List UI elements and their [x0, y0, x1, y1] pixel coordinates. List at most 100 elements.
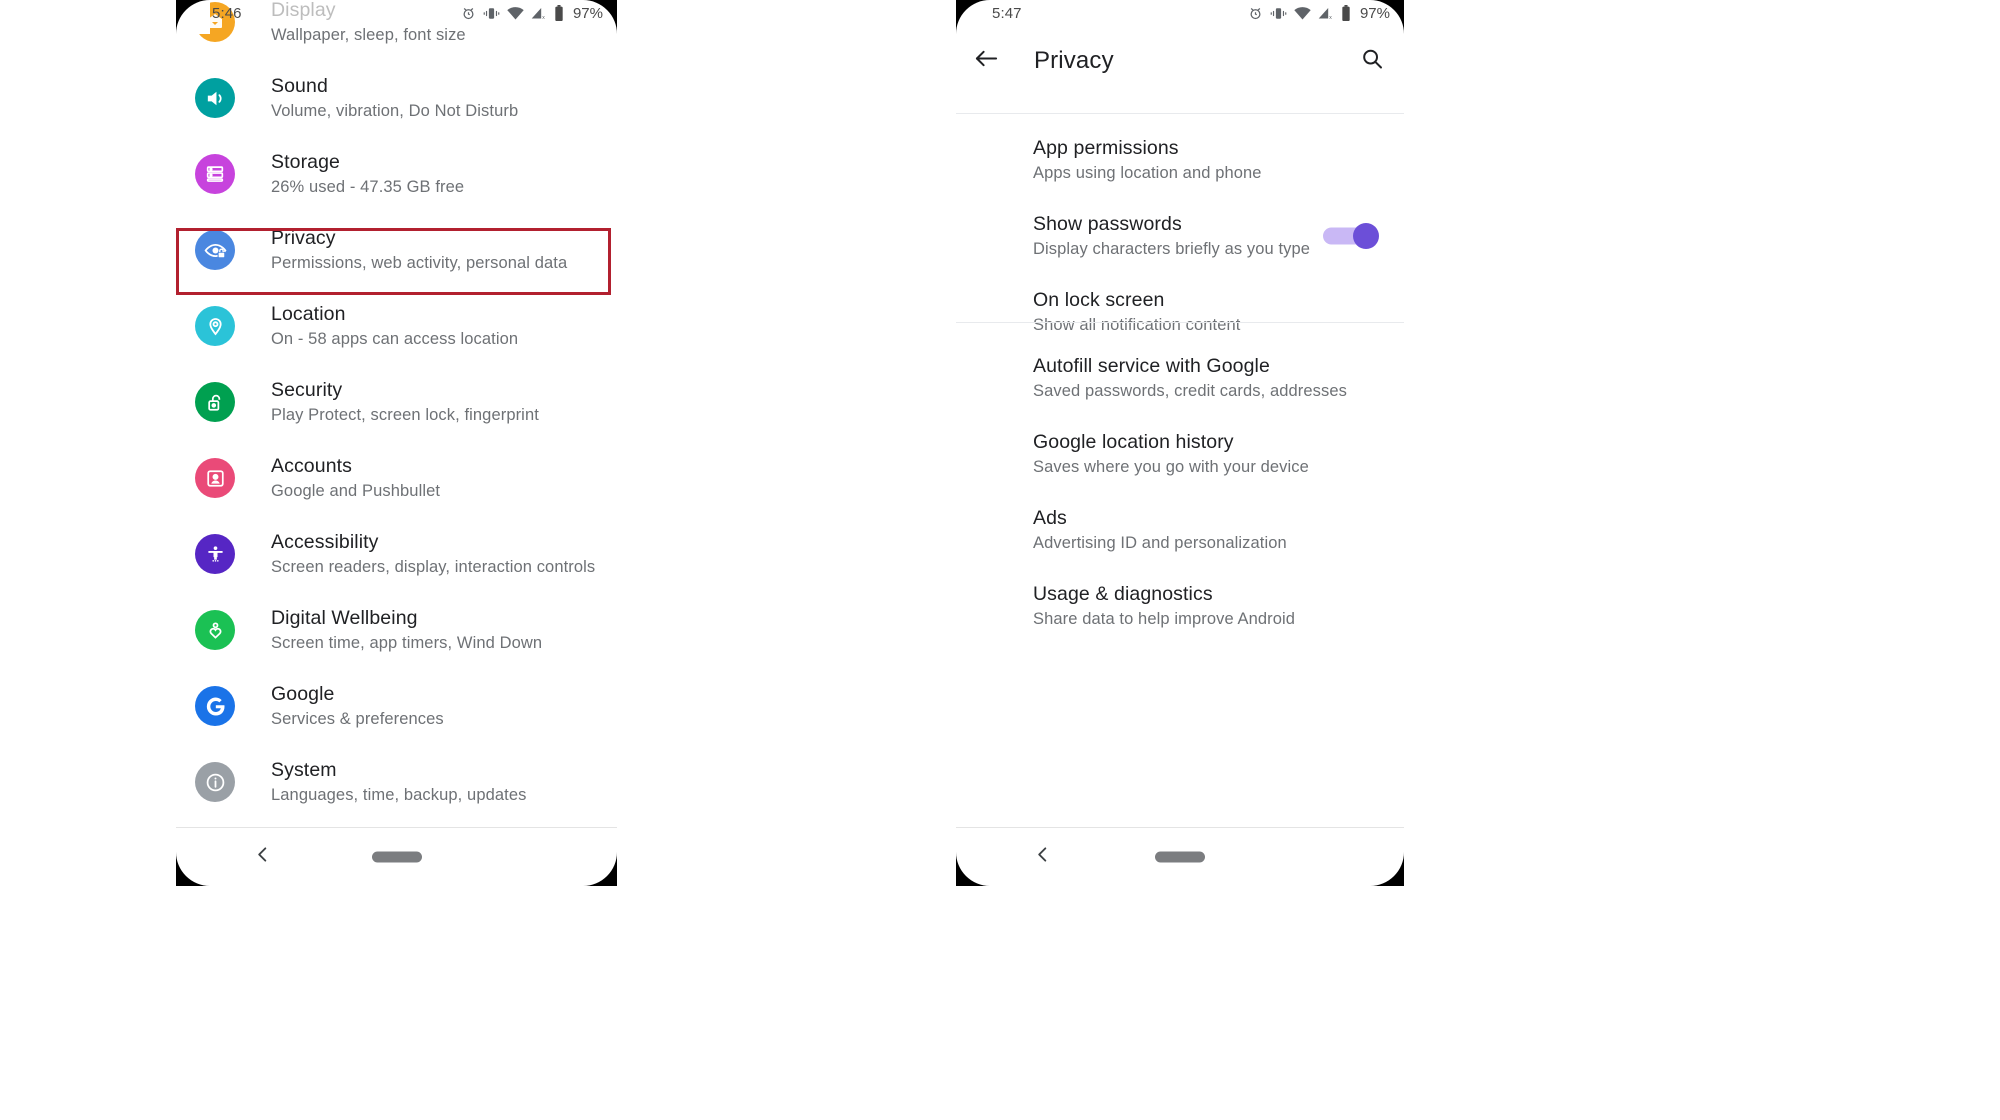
row-text: System Languages, time, backup, updates [271, 758, 526, 806]
row-text: App permissions Apps using location and … [1033, 136, 1262, 184]
privacy-app-bar: Privacy [956, 26, 1404, 96]
privacy-row-show-passwords[interactable]: Show passwords Display characters briefl… [956, 198, 1404, 274]
group-divider [956, 322, 1404, 323]
row-title: Ads [1033, 507, 1067, 529]
row-subtitle: Saved passwords, credit cards, addresses [1033, 382, 1347, 400]
row-text: Storage 26% used - 47.35 GB free [271, 150, 464, 198]
row-subtitle: Apps using location and phone [1033, 164, 1262, 182]
privacy-row-on-lock-screen[interactable]: On lock screen Show all notification con… [956, 274, 1404, 350]
accounts-person-icon [195, 458, 235, 498]
row-title: Accessibility [271, 531, 379, 553]
row-text: Security Play Protect, screen lock, fing… [271, 378, 539, 426]
privacy-row-app-permissions[interactable]: App permissions Apps using location and … [956, 122, 1404, 198]
row-text: Google Services & preferences [271, 682, 444, 730]
system-info-icon [195, 762, 235, 802]
row-subtitle: Languages, time, backup, updates [271, 786, 527, 804]
screenshot-stage: 5:46 x 97% Display Wallpaper, sleep, fon… [0, 0, 2000, 1120]
settings-row-storage[interactable]: Storage 26% used - 47.35 GB free [176, 136, 617, 212]
settings-row-accounts[interactable]: Accounts Google and Pushbullet [176, 440, 617, 516]
row-text: Sound Volume, vibration, Do Not Disturb [271, 74, 518, 122]
right-phone-screenshot: 5:47 x 97% Privacy App permissions Apps … [956, 0, 1404, 886]
settings-row-accessibility[interactable]: Accessibility Screen readers, display, i… [176, 516, 617, 592]
row-text: Autofill service with Google Saved passw… [1033, 354, 1347, 402]
app-bar-divider [956, 113, 1404, 114]
battery-icon [1341, 5, 1351, 21]
row-text: Ads Advertising ID and personalization [1033, 506, 1287, 554]
privacy-row-location-history[interactable]: Google location history Saves where you … [956, 416, 1404, 492]
status-time: 5:47 [992, 4, 1022, 22]
row-subtitle: Permissions, web activity, personal data [271, 254, 568, 272]
left-nav-bar [176, 827, 617, 886]
settings-row-security[interactable]: Security Play Protect, screen lock, fing… [176, 364, 617, 440]
row-subtitle: Wallpaper, sleep, font size [271, 26, 466, 44]
row-title: App permissions [1033, 137, 1179, 159]
battery-percent: 97% [1359, 4, 1390, 22]
svg-text:x: x [1329, 15, 1332, 20]
row-subtitle: Volume, vibration, Do Not Disturb [271, 102, 519, 120]
right-status-bar: 5:47 x 97% [956, 0, 1404, 26]
vibrate-icon [1270, 6, 1287, 21]
settings-row-sound[interactable]: Sound Volume, vibration, Do Not Disturb [176, 60, 617, 136]
storage-icon [195, 154, 235, 194]
row-subtitle: Screen time, app timers, Wind Down [271, 634, 543, 652]
svg-text:x: x [542, 15, 545, 20]
battery-percent: 97% [572, 4, 603, 22]
cell-signal-off-icon: x [1318, 6, 1334, 20]
settings-row-privacy[interactable]: Privacy Permissions, web activity, perso… [176, 212, 617, 288]
home-pill-icon[interactable] [1155, 851, 1205, 863]
row-subtitle: Show all notification content [1033, 316, 1241, 334]
settings-list: Display Wallpaper, sleep, font size Soun… [176, 0, 617, 820]
left-status-bar: 5:46 x 97% [176, 0, 617, 26]
row-subtitle: Display characters briefly as you type [1033, 240, 1311, 258]
settings-row-location[interactable]: Location On - 58 apps can access locatio… [176, 288, 617, 364]
right-nav-bar [956, 827, 1404, 886]
left-phone-screenshot: 5:46 x 97% Display Wallpaper, sleep, fon… [176, 0, 617, 886]
row-subtitle: Screen readers, display, interaction con… [271, 558, 596, 576]
row-subtitle: Google and Pushbullet [271, 482, 441, 500]
home-pill-icon[interactable] [371, 851, 422, 863]
privacy-row-ads[interactable]: Ads Advertising ID and personalization [956, 492, 1404, 568]
battery-icon [554, 5, 564, 21]
row-text: Digital Wellbeing Screen time, app timer… [271, 606, 542, 654]
row-title: System [271, 759, 337, 781]
alarm-icon [461, 6, 476, 21]
row-subtitle: Saves where you go with your device [1033, 458, 1309, 476]
sound-icon [195, 78, 235, 118]
row-subtitle: Advertising ID and personalization [1033, 534, 1287, 552]
row-text: Accounts Google and Pushbullet [271, 454, 440, 502]
settings-row-digital-wellbeing[interactable]: Digital Wellbeing Screen time, app timer… [176, 592, 617, 668]
back-chevron-icon[interactable] [254, 845, 271, 869]
row-title: Digital Wellbeing [271, 607, 418, 629]
row-title: Accounts [271, 455, 353, 477]
row-subtitle: 26% used - 47.35 GB free [271, 178, 465, 196]
status-icon-group: x 97% [461, 5, 603, 22]
security-unlock-icon [195, 382, 235, 422]
row-subtitle: Services & preferences [271, 710, 444, 728]
privacy-row-autofill[interactable]: Autofill service with Google Saved passw… [956, 340, 1404, 416]
row-title: Google [271, 683, 335, 705]
settings-row-google[interactable]: Google Services & preferences [176, 668, 617, 744]
arrow-back-icon[interactable] [973, 47, 1000, 75]
location-pin-icon [195, 306, 235, 346]
row-title: Show passwords [1033, 213, 1182, 235]
search-icon[interactable] [1360, 47, 1384, 76]
settings-row-system[interactable]: System Languages, time, backup, updates [176, 744, 617, 820]
row-title: On lock screen [1033, 289, 1165, 311]
privacy-settings-list-group-two: Autofill service with Google Saved passw… [956, 340, 1404, 644]
row-title: Storage [271, 151, 340, 173]
google-g-icon [195, 686, 235, 726]
page-title: Privacy [1034, 47, 1114, 74]
show-passwords-toggle[interactable] [1323, 223, 1379, 249]
row-text: Location On - 58 apps can access locatio… [271, 302, 518, 350]
wifi-icon [1294, 6, 1311, 20]
status-icon-group: x 97% [1248, 5, 1390, 22]
privacy-row-usage-diagnostics[interactable]: Usage & diagnostics Share data to help i… [956, 568, 1404, 644]
accessibility-icon [195, 534, 235, 574]
row-text: Usage & diagnostics Share data to help i… [1033, 582, 1295, 630]
privacy-settings-list: App permissions Apps using location and … [956, 122, 1404, 350]
row-title: Privacy [271, 227, 336, 249]
back-chevron-icon[interactable] [1034, 845, 1051, 869]
row-title: Security [271, 379, 343, 401]
row-subtitle: Play Protect, screen lock, fingerprint [271, 406, 539, 424]
row-title: Usage & diagnostics [1033, 583, 1213, 605]
